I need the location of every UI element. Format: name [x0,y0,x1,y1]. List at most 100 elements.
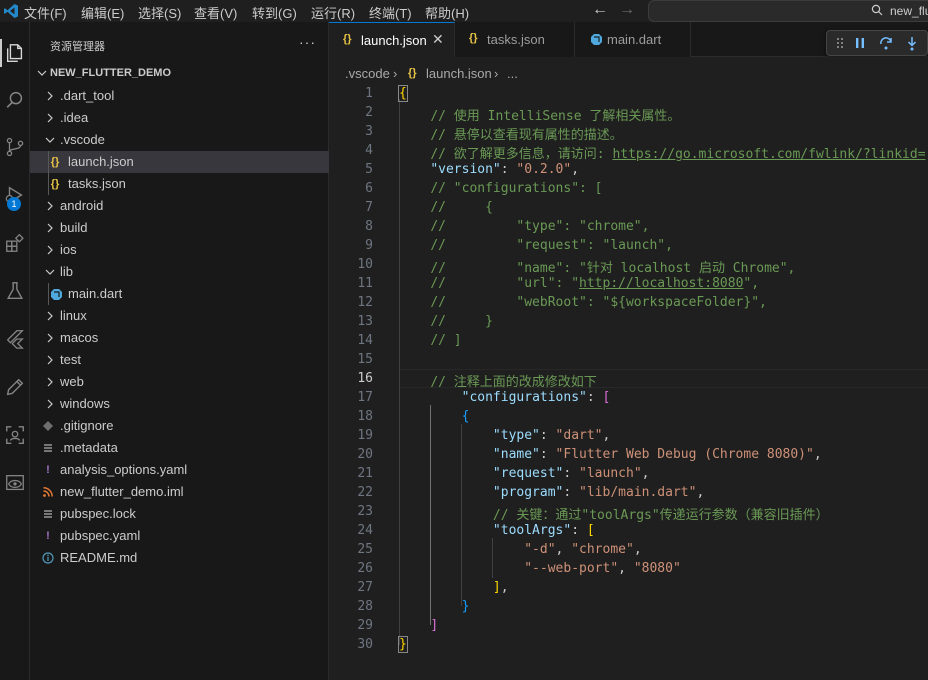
line-number: 15 [357,352,373,367]
close-icon[interactable]: ✕ [432,31,444,48]
line-number: 21 [357,466,373,481]
explorer-icon[interactable] [0,38,30,68]
tree-file[interactable]: {} tasks.json [30,173,329,195]
chevron-right-icon [47,245,53,255]
code-line: // ] [430,333,462,348]
tree-file[interactable]: pubspec.lock [30,503,329,525]
tab-tasks-json[interactable]: {} tasks.json [455,22,575,57]
command-center-search[interactable]: new_flu [648,0,928,22]
activity-bar: 1 [0,22,30,680]
code-line: ], [492,580,509,595]
dart-file-icon [47,286,63,302]
pause-icon[interactable] [852,35,868,51]
tab-label: launch.json [361,33,427,48]
chevron-right-icon [47,399,53,409]
line-number: 10 [357,257,373,272]
tree-file[interactable]: new_flutter_demo.iml [30,481,329,503]
tree-item-label: tasks.json [68,176,126,191]
tree-item-label: windows [60,396,110,411]
line-number: 5 [365,162,373,177]
tree-file[interactable]: {} launch.json [30,151,329,173]
remote-explorer-icon[interactable] [0,420,30,450]
code-line: "--web-port", "8080" [524,561,681,576]
tab-main-dart[interactable]: main.dart [575,22,691,57]
tree-item-label: .dart_tool [60,88,115,103]
tree-folder[interactable]: .dart_tool [30,85,329,107]
tree-file[interactable]: ! pubspec.yaml [30,525,329,547]
source-control-icon[interactable] [0,132,30,162]
code-line: } [461,599,470,614]
menu-item[interactable]: 帮助(H) [425,3,469,22]
code-editor[interactable]: 1 2 3 4 5 6 7 8 9 10 11 12 13 14 15 16 17 18 19 20 21 22 23 24 2… [329,79,928,680]
line-number: 2 [365,105,373,120]
search-icon[interactable] [0,85,30,115]
tree-folder[interactable]: test [30,349,329,371]
tree-item-label: .gitignore [60,418,114,433]
tree-item-label: test [60,352,81,367]
testing-icon[interactable] [0,276,30,306]
flutter-icon[interactable] [0,324,30,354]
tab-launch-json[interactable]: {} launch.json ✕ [329,22,455,57]
tree-folder[interactable]: .idea [30,107,329,129]
line-number: 7 [365,200,373,215]
tree-file[interactable]: .metadata [30,437,329,459]
rss-file-icon [40,484,56,500]
code-line: ] [430,618,439,633]
menu-item[interactable]: 编辑(E) [81,3,124,22]
lines-file-icon [40,506,56,522]
dart-file-icon [591,34,602,45]
folder-header[interactable]: NEW_FLUTTER_DEMO [30,63,329,85]
tree-item-label: pubspec.lock [60,506,136,521]
pencil-icon[interactable] [0,372,30,402]
drag-handle-icon[interactable] [833,35,849,51]
tree-folder[interactable]: linux [30,305,329,327]
chevron-right-icon [47,377,53,387]
menu-item[interactable]: 终端(T) [369,3,412,22]
tree-item-label: pubspec.yaml [60,528,141,543]
more-actions-icon[interactable]: ··· [299,34,316,50]
code-line: // 欲了解更多信息，请访问: https://go.microsoft.com… [430,147,926,162]
tree-file[interactable]: main.dart [30,283,329,305]
tree-item-label: .vscode [60,132,105,147]
line-number: 11 [357,276,373,291]
tab-label: main.dart [607,32,662,47]
extensions-icon[interactable] [0,228,30,258]
chevron-right-icon [47,223,53,233]
tree-file[interactable]: .gitignore [30,415,329,437]
code-line: // "request": "launch", [430,238,673,253]
forward-arrow-icon[interactable]: → [619,1,635,19]
tree-item-label: README.md [60,550,138,565]
menu-item[interactable]: 转到(G) [252,3,297,22]
lines-file-icon [40,440,56,456]
back-arrow-icon[interactable]: ← [592,1,608,19]
code-line: "request": "launch", [492,466,650,481]
tree-file[interactable]: ! analysis_options.yaml [30,459,329,481]
step-over-icon[interactable] [878,35,894,51]
code-line: "-d", "chrome", [524,542,642,557]
tree-file[interactable]: README.md [30,547,329,569]
debug-badge: 1 [7,197,21,211]
line-number: 20 [357,447,373,462]
tree-folder[interactable]: ios [30,239,329,261]
tree-folder[interactable]: .vscode [30,129,329,151]
tree-folder[interactable]: web [30,371,329,393]
menu-item[interactable]: 选择(S) [138,3,181,22]
code-line: "version": "0.2.0", [430,162,580,177]
preview-icon[interactable] [0,468,30,498]
line-number: 24 [357,523,373,538]
tree-folder[interactable]: windows [30,393,329,415]
step-into-icon[interactable] [904,35,920,51]
line-number: 6 [365,181,373,196]
code-line: // "webRoot": "${workspaceFolder}", [430,295,767,310]
tree-folder[interactable]: build [30,217,329,239]
tree-folder[interactable]: lib [30,261,329,283]
line-number: 25 [357,542,373,557]
chevron-right-icon [47,113,53,123]
search-icon [871,4,883,16]
menu-item[interactable]: 运行(R) [311,3,355,22]
tree-folder[interactable]: android [30,195,329,217]
menu-item[interactable]: 查看(V) [194,3,237,22]
menu-item[interactable]: 文件(F) [24,3,67,22]
tree-folder[interactable]: macos [30,327,329,349]
json-file-icon: {} [50,178,60,190]
